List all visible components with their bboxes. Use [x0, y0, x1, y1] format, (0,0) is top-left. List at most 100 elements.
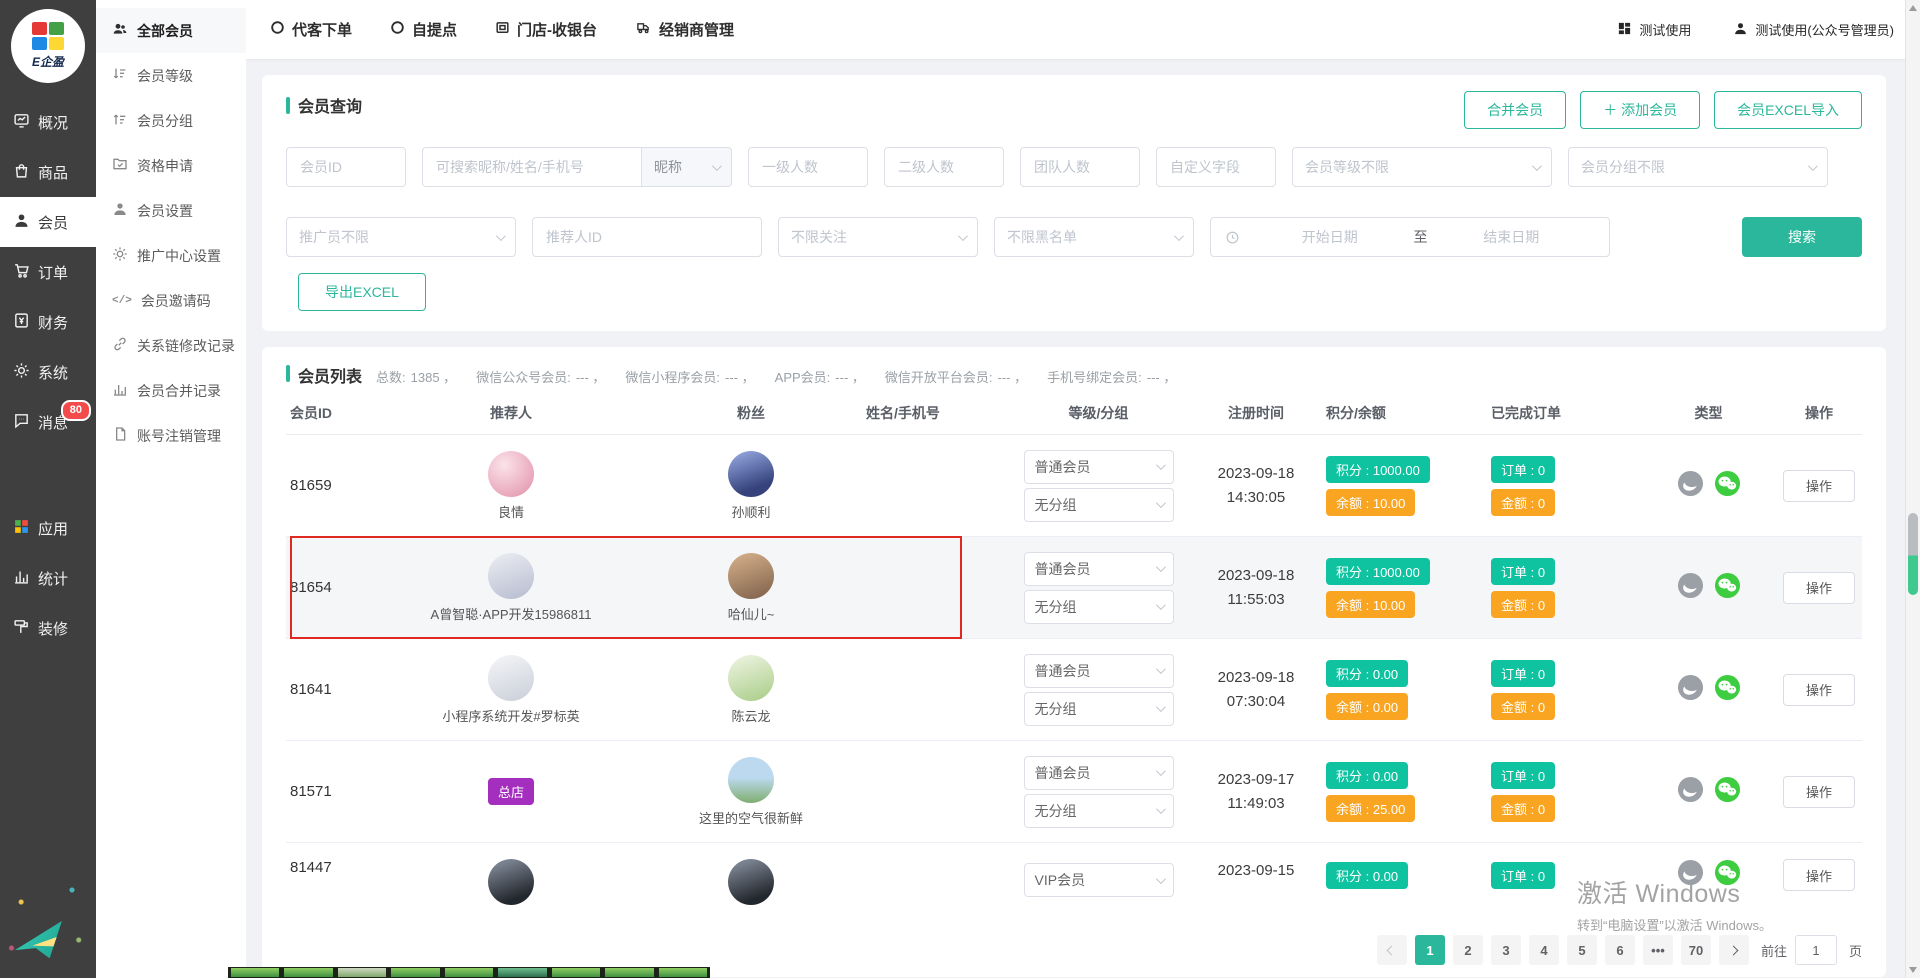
paper-plane-icon	[11, 921, 69, 965]
level1-count-input[interactable]	[748, 147, 868, 187]
register-time: 2023-09-1814:30:05	[1186, 462, 1326, 509]
start-date-field[interactable]: 开始日期	[1246, 227, 1414, 247]
scrollbar-thumb[interactable]	[1908, 513, 1918, 595]
sidebar-item-label: 应用	[38, 518, 68, 539]
submenu-item-merge-log[interactable]: 会员合并记录	[96, 368, 246, 413]
promoter-select[interactable]: 推广员不限	[286, 217, 516, 257]
add-member-button[interactable]: ＋ 添加会员	[1580, 91, 1700, 129]
page-button-5[interactable]: 5	[1567, 935, 1597, 965]
end-date-field[interactable]: 结束日期	[1428, 227, 1596, 247]
group-select[interactable]: 无分组	[1024, 590, 1174, 624]
sidebar-item-stats[interactable]: 统计	[0, 553, 96, 603]
sidebar-item-decorate[interactable]: 装修	[0, 603, 96, 653]
merge-members-button[interactable]: 合并会员	[1464, 91, 1566, 129]
group-select[interactable]: 无分组	[1024, 488, 1174, 522]
export-excel-button[interactable]: 导出EXCEL	[298, 273, 426, 311]
sidebar-item-members[interactable]: 会员	[0, 197, 96, 247]
follow-filter-select[interactable]: 不限关注	[778, 217, 978, 257]
wechat-icon	[1714, 674, 1741, 706]
excel-import-button[interactable]: 会员EXCEL导入	[1714, 91, 1862, 129]
date-range-picker[interactable]: 开始日期 至 结束日期	[1210, 217, 1610, 257]
fan-avatar	[728, 859, 774, 905]
window-scrollbar[interactable]	[1905, 0, 1920, 978]
level-select[interactable]: 普通会员	[1024, 756, 1174, 790]
page-button-6[interactable]: 6	[1605, 935, 1635, 965]
account-menu[interactable]: 测试使用(公众号管理员)	[1733, 20, 1894, 39]
page-button-2[interactable]: 2	[1453, 935, 1483, 965]
sidebar-item-system[interactable]: 系统	[0, 347, 96, 397]
submenu-item-all-members[interactable]: 全部会员	[96, 8, 246, 53]
orders-badge: 订单 : 0	[1491, 762, 1555, 789]
next-page-button[interactable]	[1719, 935, 1749, 965]
group-select[interactable]: 无分组	[1024, 692, 1174, 726]
sidebar-item-messages[interactable]: 80 消息	[0, 397, 96, 447]
balance-badge: 余额 : 25.00	[1326, 795, 1415, 822]
bar-chart-icon	[112, 381, 128, 400]
level-select[interactable]: 普通会员	[1024, 450, 1174, 484]
panel-title: 会员查询	[298, 93, 362, 117]
submenu-item-qualification[interactable]: 资格申请	[96, 143, 246, 188]
submenu-item-label: 会员设置	[137, 201, 193, 221]
submenu-item-member-settings[interactable]: 会员设置	[96, 188, 246, 233]
tab-pickup-point[interactable]: 自提点	[390, 19, 457, 40]
level-select[interactable]: 普通会员	[1024, 654, 1174, 688]
table-row: 81571 总店 这里的空气很新鲜 普通会员 无分组 2023-09-1711:…	[286, 741, 1862, 843]
level-select[interactable]: 普通会员	[1024, 552, 1174, 586]
blacklist-filter-select[interactable]: 不限黑名单	[994, 217, 1194, 257]
row-action-button[interactable]: 操作	[1783, 859, 1855, 891]
member-id: 81659	[286, 477, 386, 494]
document-icon	[112, 426, 128, 445]
submenu-item-label: 推广中心设置	[137, 246, 221, 266]
group-select[interactable]: 无分组	[1024, 794, 1174, 828]
page-button-1[interactable]: 1	[1415, 935, 1445, 965]
goto-page-input[interactable]	[1795, 935, 1837, 965]
submenu-item-promotion-center[interactable]: 推广中心设置	[96, 233, 246, 278]
member-id-input[interactable]	[286, 147, 406, 187]
page-button-70[interactable]: 70	[1681, 935, 1711, 965]
submenu-item-member-level[interactable]: 会员等级	[96, 53, 246, 98]
submenu-item-relation-log[interactable]: 关系链修改记录	[96, 323, 246, 368]
page-button-4[interactable]: 4	[1529, 935, 1559, 965]
chevron-down-icon	[1174, 231, 1184, 241]
brand-logo[interactable]: E企盈	[11, 9, 85, 83]
row-action-button[interactable]: 操作	[1783, 470, 1855, 502]
sidebar-item-goods[interactable]: 商品	[0, 147, 96, 197]
sidebar-item-overview[interactable]: 概况	[0, 97, 96, 147]
amount-badge: 金额 : 0	[1491, 693, 1555, 720]
page-button-3[interactable]: 3	[1491, 935, 1521, 965]
sidebar-item-apps[interactable]: 应用	[0, 503, 96, 553]
sidebar-item-finance[interactable]: 财务	[0, 297, 96, 347]
workspace-menu[interactable]: 测试使用	[1617, 20, 1691, 39]
tab-proxy-order[interactable]: 代客下单	[270, 19, 352, 40]
custom-field-input[interactable]	[1156, 147, 1276, 187]
team-count-input[interactable]	[1020, 147, 1140, 187]
level-select[interactable]: VIP会员	[1024, 863, 1174, 897]
chevron-right-icon	[1729, 945, 1739, 955]
member-group-select[interactable]: 会员分组不限	[1568, 147, 1828, 187]
scooter-icon	[635, 20, 652, 39]
search-button[interactable]: 搜索	[1742, 217, 1862, 257]
more-pages-button[interactable]: •••	[1643, 935, 1673, 965]
tab-label: 门店-收银台	[517, 19, 597, 40]
tab-dealer-management[interactable]: 经销商管理	[635, 19, 734, 40]
chevron-down-icon	[1808, 161, 1818, 171]
submenu-item-account-cancel[interactable]: 账号注销管理	[96, 413, 246, 458]
keyword-search-input[interactable]	[422, 147, 642, 187]
row-action-button[interactable]: 操作	[1783, 674, 1855, 706]
referrer-id-input[interactable]	[532, 217, 762, 257]
member-grade-select[interactable]: 会员等级不限	[1292, 147, 1552, 187]
row-action-button[interactable]: 操作	[1783, 776, 1855, 808]
submenu-item-invite-code[interactable]: </> 会员邀请码	[96, 278, 246, 323]
submenu-item-member-group[interactable]: 会员分组	[96, 98, 246, 143]
chevron-down-icon	[712, 161, 722, 171]
level2-count-input[interactable]	[884, 147, 1004, 187]
bar-chart-icon	[13, 568, 30, 589]
sidebar-item-orders[interactable]: 订单	[0, 247, 96, 297]
tab-store-cashier[interactable]: 门店-收银台	[495, 19, 597, 40]
row-action-button[interactable]: 操作	[1783, 572, 1855, 604]
scroll-down-arrow[interactable]	[1909, 967, 1917, 973]
prev-page-button[interactable]	[1377, 935, 1407, 965]
scroll-up-arrow[interactable]	[1909, 5, 1917, 11]
tab-label: 经销商管理	[659, 19, 734, 40]
search-type-select[interactable]: 昵称	[642, 147, 732, 187]
